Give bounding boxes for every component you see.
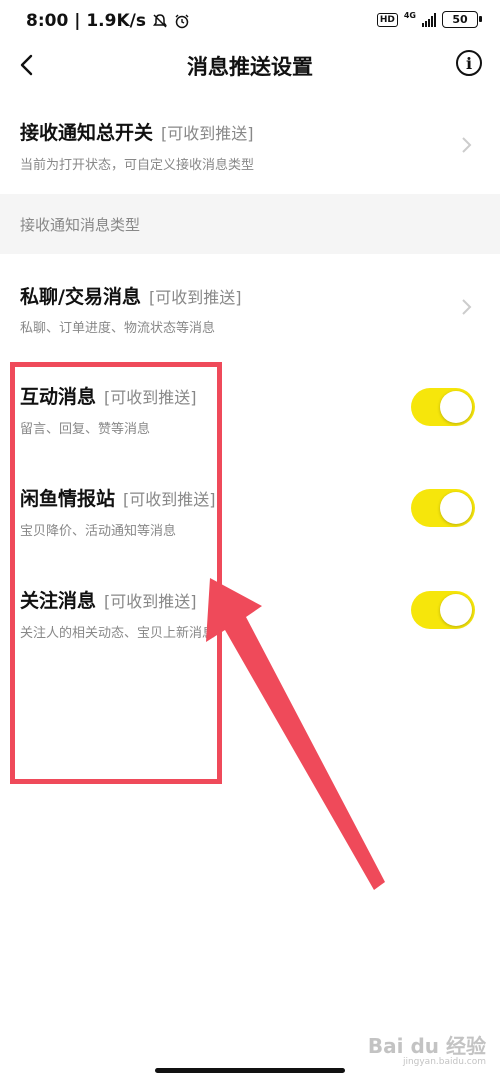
master-switch-title-line: 接收通知总开关 [可收到推送] <box>20 118 254 145</box>
master-switch-subtitle: 当前为打开状态，可自定义接收消息类型 <box>20 158 255 173</box>
toggle-knob <box>440 391 472 423</box>
section-header: 接收通知消息类型 <box>0 194 500 254</box>
watermark: Bai du 经验 jingyan.baidu.com <box>368 1030 486 1067</box>
info-icon[interactable]: i <box>456 50 482 76</box>
status-bar: 8:00 | 1.9K/s HD 4G 50 <box>0 0 500 42</box>
row-title: 私聊/交易消息 <box>20 286 141 308</box>
xianyu-intel-toggle[interactable] <box>411 489 475 527</box>
row-subtitle: 私聊、订单进度、物流状态等消息 <box>20 321 216 336</box>
master-switch-tag: [可收到推送] <box>161 124 254 143</box>
toggle-knob <box>440 594 472 626</box>
signal-icon <box>422 12 436 27</box>
watermark-url: jingyan.baidu.com <box>402 1057 486 1067</box>
master-switch-row[interactable]: 接收通知总开关 [可收到推送] 当前为打开状态，可自定义接收消息类型 <box>0 100 500 194</box>
info-glyph: i <box>465 53 473 73</box>
section-header-label: 接收通知消息类型 <box>20 216 141 234</box>
annotation-highlight-box <box>10 362 222 784</box>
navigation-bar: 消息推送设置 i <box>0 42 500 90</box>
row-tag: [可收到推送] <box>148 288 242 307</box>
home-indicator[interactable] <box>155 1068 345 1073</box>
chevron-right-icon <box>462 299 472 315</box>
watermark-brand: Bai du 经验 <box>367 1034 486 1058</box>
page-title: 消息推送设置 <box>187 55 313 79</box>
interaction-toggle[interactable] <box>411 388 475 426</box>
network-label: 4G <box>403 11 416 20</box>
chevron-right-icon <box>462 137 472 153</box>
toggle-knob <box>440 492 472 524</box>
battery-icon: 50 <box>442 11 482 28</box>
alarm-icon <box>175 14 189 29</box>
status-time-speed: 8:00 | 1.9K/s <box>26 11 146 31</box>
hd-badge: HD <box>376 12 398 27</box>
follow-toggle[interactable] <box>411 591 475 629</box>
master-switch-title: 接收通知总开关 <box>20 122 154 144</box>
message-type-row-private-trade[interactable]: 私聊/交易消息 [可收到推送] 私聊、订单进度、物流状态等消息 <box>0 264 500 354</box>
row-title-line: 私聊/交易消息 [可收到推送] <box>20 282 241 309</box>
battery-level: 50 <box>452 13 468 26</box>
mute-bell-icon <box>152 14 167 28</box>
